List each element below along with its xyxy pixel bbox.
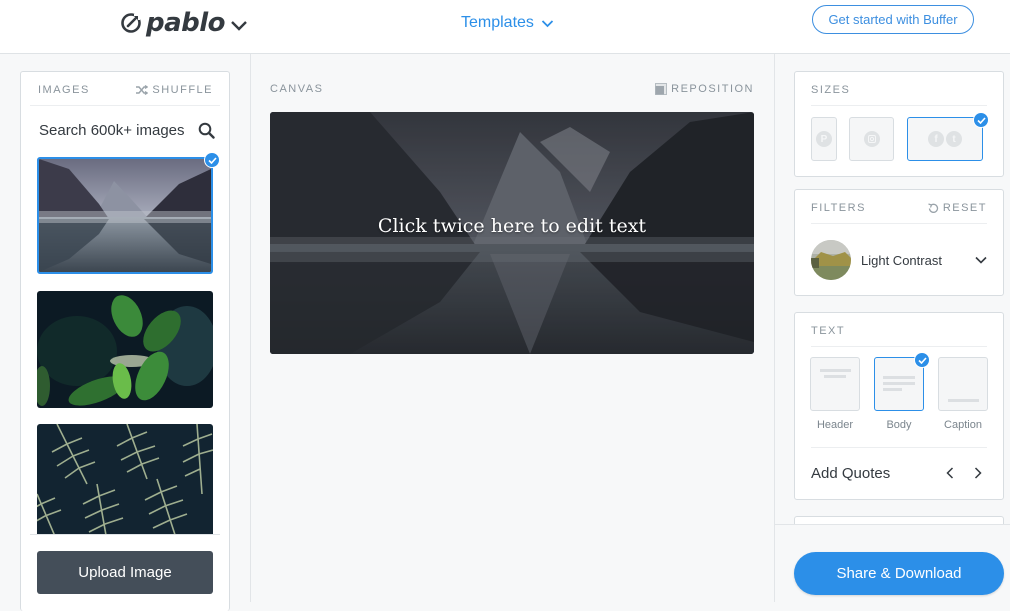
- twitter-icon: t: [946, 131, 962, 147]
- divider: [30, 105, 220, 106]
- image-thumbnail-ferns[interactable]: [37, 424, 213, 534]
- pablo-logo-icon: [121, 13, 141, 33]
- instagram-icon: [863, 131, 880, 147]
- images-panel: IMAGES SHUFFLE Search 600k+ images Uploa…: [20, 71, 230, 611]
- filter-preview-thumbnail: [811, 240, 851, 280]
- column-divider: [250, 54, 251, 602]
- text-style-header[interactable]: [810, 357, 860, 411]
- caption-layout-icon: [948, 399, 979, 402]
- header-layout-icon: [824, 375, 846, 378]
- logo-text: pablo: [146, 8, 226, 38]
- reset-label: RESET: [942, 202, 987, 214]
- canvas-section-label: CANVAS: [270, 83, 324, 95]
- selected-check-icon: [204, 152, 220, 168]
- shuffle-label: SHUFFLE: [152, 84, 213, 96]
- column-divider: [774, 54, 775, 602]
- divider: [30, 534, 220, 535]
- templates-label: Templates: [461, 14, 534, 31]
- chevron-right-icon: [974, 467, 982, 479]
- body-layout-icon: [883, 388, 902, 391]
- filters-panel: FILTERS RESET Light Contrast: [794, 189, 1004, 296]
- green-leaves-image: [37, 291, 213, 408]
- header-layout-icon: [820, 369, 851, 372]
- text-panel: TEXT Header Body Caption Add Quotes: [794, 312, 1004, 500]
- reposition-label: REPOSITION: [671, 83, 754, 95]
- chevron-down-icon: [541, 19, 554, 27]
- body-layout-icon: [883, 376, 915, 379]
- text-section-label: TEXT: [811, 325, 846, 337]
- pablo-logo[interactable]: pablo: [120, 8, 249, 38]
- templates-dropdown[interactable]: Templates: [461, 14, 554, 32]
- search-icon[interactable]: [198, 122, 215, 139]
- facebook-icon: f: [928, 131, 944, 147]
- divider: [811, 346, 987, 347]
- canvas-header: CANVAS REPOSITION: [270, 83, 754, 95]
- ferns-image: [37, 424, 213, 534]
- text-style-label: Caption: [944, 419, 982, 431]
- editing-canvas[interactable]: Click twice here to edit text: [270, 112, 754, 354]
- filters-section-label: FILTERS: [811, 202, 866, 214]
- divider: [811, 105, 987, 106]
- add-quotes-row: Add Quotes: [811, 463, 989, 483]
- filter-dropdown[interactable]: Light Contrast: [811, 240, 987, 280]
- image-thumbnail-green-leaves[interactable]: [37, 291, 213, 408]
- image-search-input[interactable]: Search 600k+ images: [39, 122, 215, 139]
- text-style-label: Header: [816, 419, 854, 431]
- reposition-button[interactable]: REPOSITION: [655, 83, 754, 95]
- reposition-icon: [655, 83, 668, 95]
- size-option-instagram[interactable]: [849, 117, 894, 161]
- canvas-text[interactable]: Click twice here to edit text: [270, 215, 754, 237]
- mountain-lake-image: [39, 159, 211, 272]
- text-style-caption[interactable]: [938, 357, 988, 411]
- selected-check-icon: [914, 352, 930, 368]
- images-section-label: IMAGES: [38, 84, 90, 96]
- chevron-down-icon: [231, 21, 247, 31]
- previous-quote-button[interactable]: [939, 463, 961, 483]
- upload-image-button[interactable]: Upload Image: [37, 551, 213, 594]
- shuffle-icon: [136, 85, 149, 95]
- chevron-left-icon: [946, 467, 954, 479]
- sizes-panel: SIZES P f t: [794, 71, 1004, 177]
- get-started-button[interactable]: Get started with Buffer: [812, 5, 974, 34]
- add-quotes-label[interactable]: Add Quotes: [811, 465, 933, 482]
- shuffle-button[interactable]: SHUFFLE: [135, 84, 213, 96]
- reset-filters-button[interactable]: RESET: [928, 202, 987, 214]
- size-option-pinterest[interactable]: P: [811, 117, 837, 161]
- selected-filter-name: Light Contrast: [861, 252, 942, 268]
- next-quote-button[interactable]: [967, 463, 989, 483]
- selected-check-icon: [973, 112, 989, 128]
- text-style-label: Body: [886, 419, 912, 431]
- size-option-facebook-twitter[interactable]: f t: [907, 117, 983, 161]
- share-download-button[interactable]: Share & Download: [794, 552, 1004, 595]
- image-thumbnail-mountain-lake[interactable]: [37, 157, 213, 274]
- sizes-section-label: SIZES: [811, 84, 851, 96]
- divider: [811, 223, 987, 224]
- chevron-down-icon: [975, 256, 987, 264]
- divider: [811, 447, 987, 448]
- search-placeholder: Search 600k+ images: [39, 122, 185, 139]
- reset-icon: [928, 202, 938, 213]
- top-bar: pablo Templates Get started with Buffer: [0, 0, 1010, 54]
- body-layout-icon: [883, 382, 915, 385]
- pinterest-icon: P: [816, 131, 832, 147]
